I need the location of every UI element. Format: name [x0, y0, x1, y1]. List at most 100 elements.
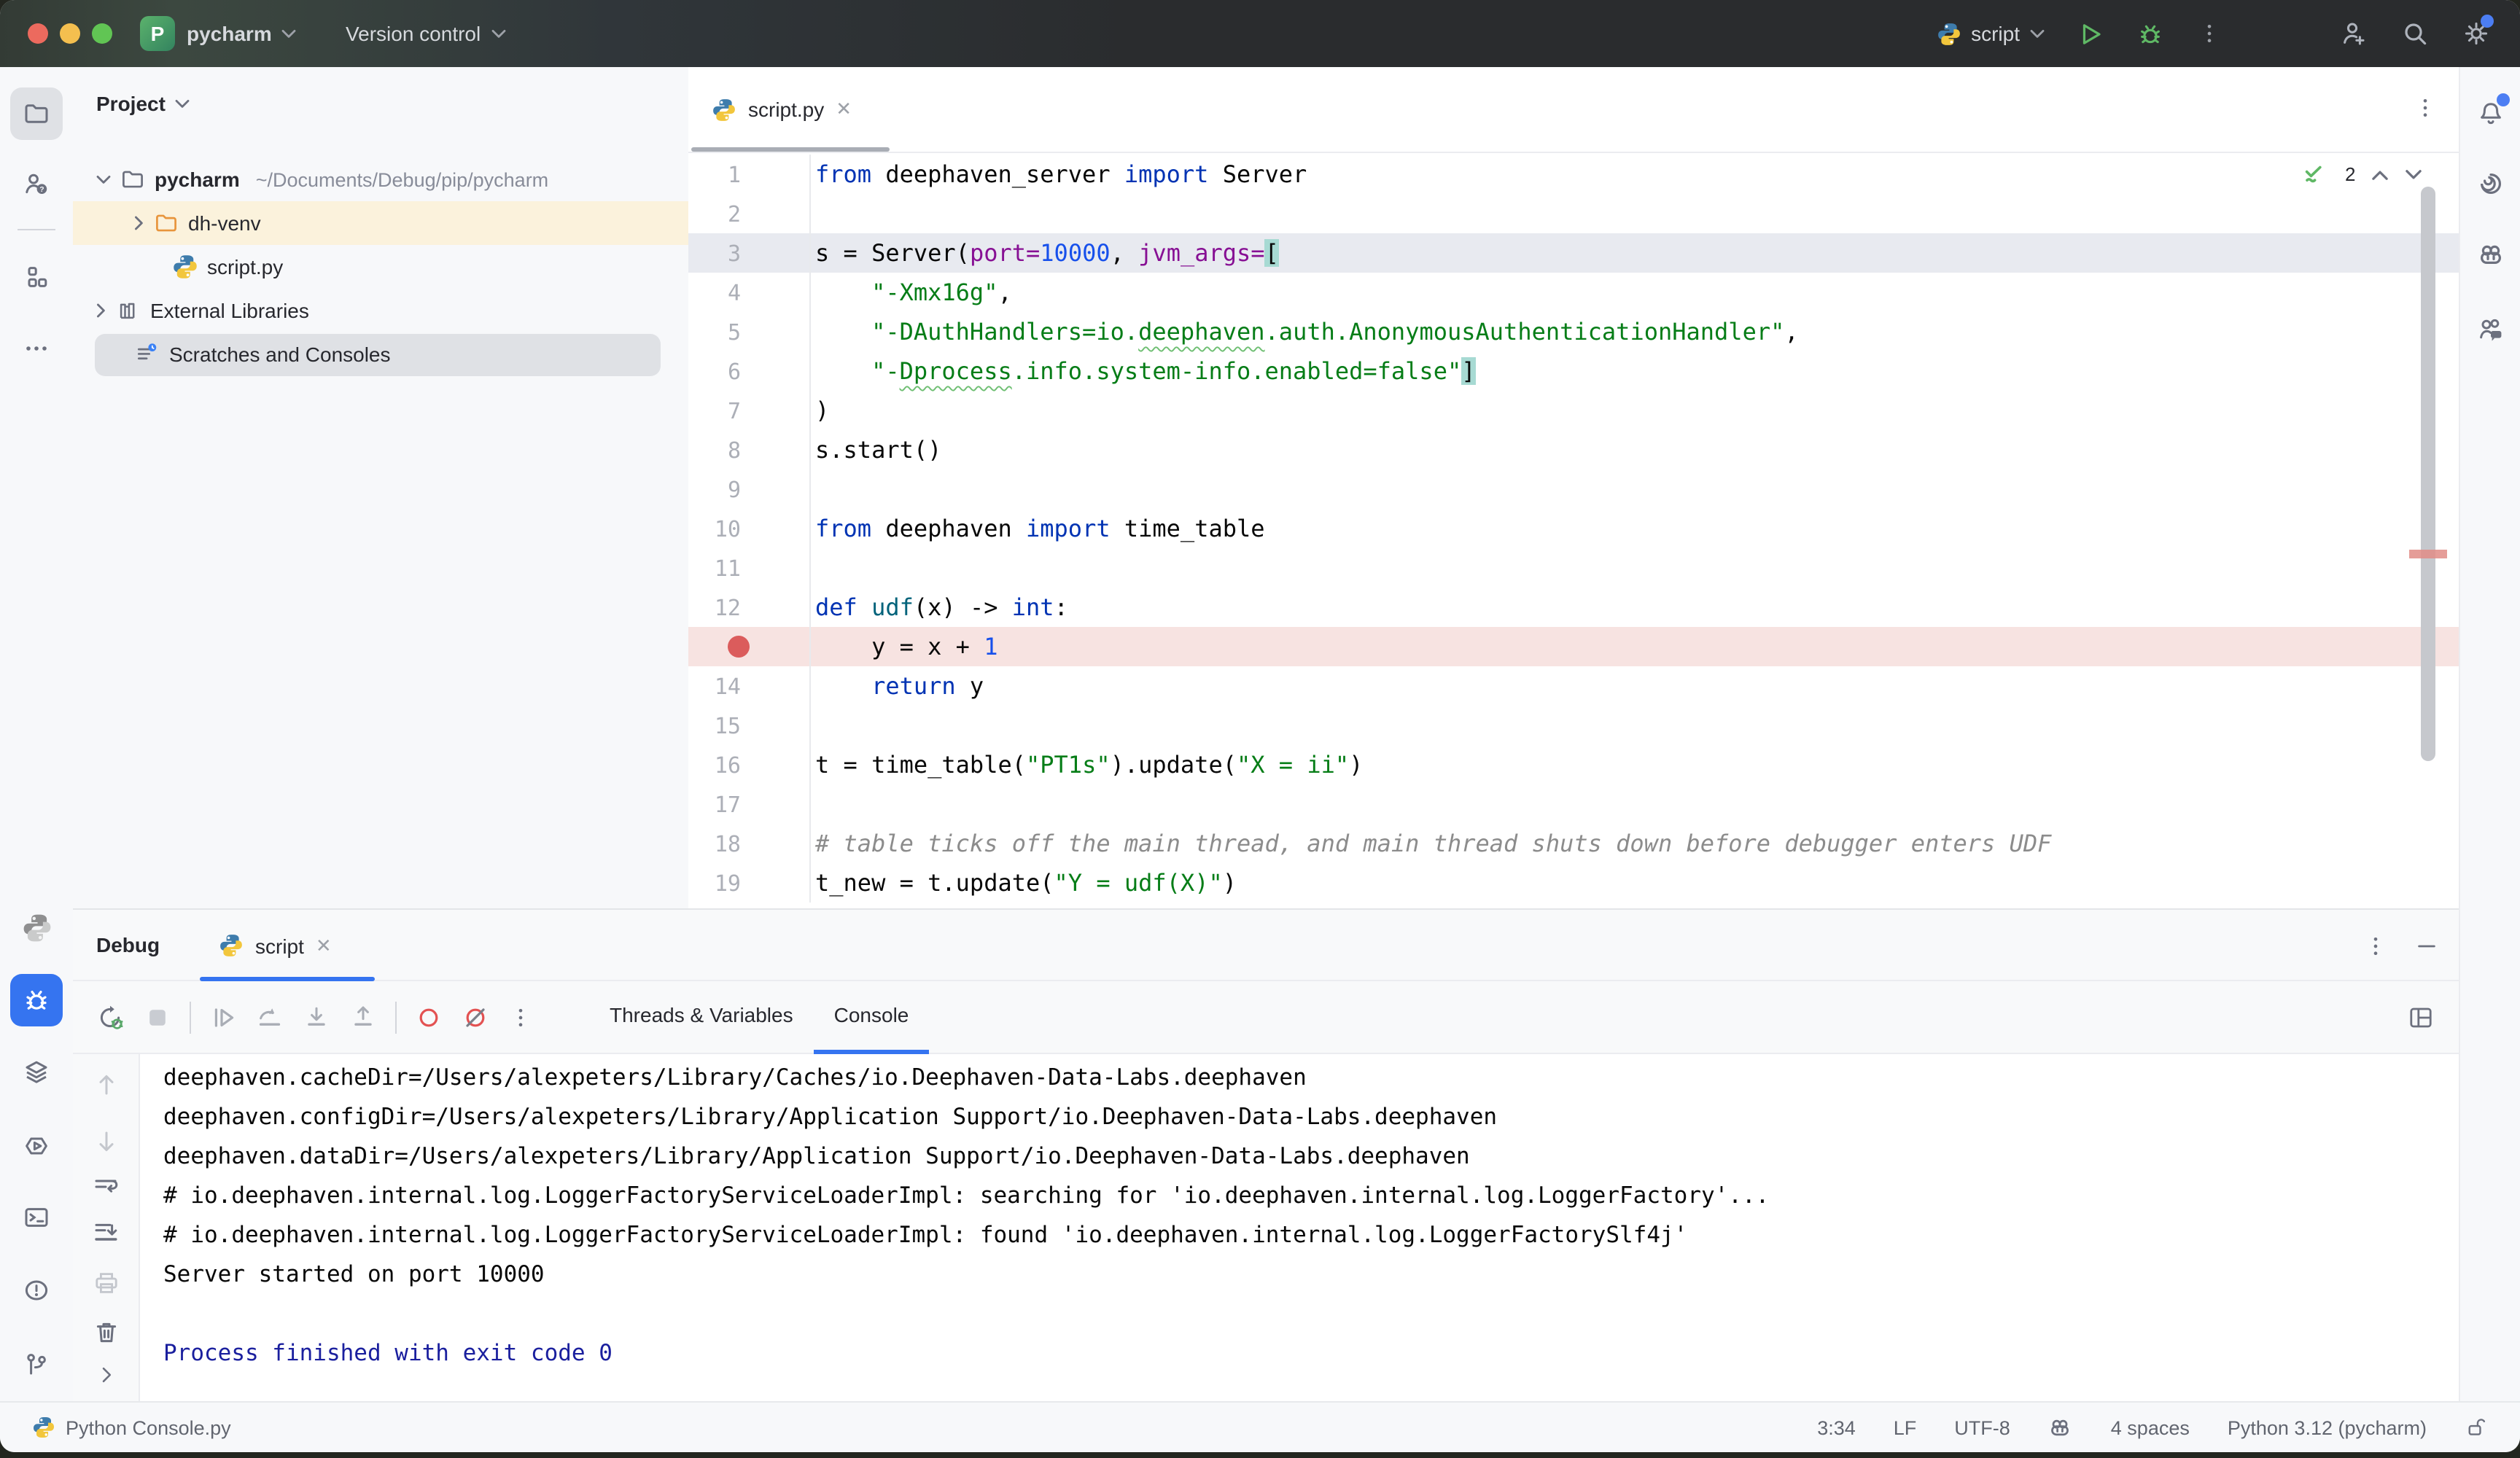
mute-breakpoints-button[interactable] — [461, 1002, 490, 1032]
code-line[interactable]: 19t_new = t.update("Y = udf(X)") — [688, 863, 2459, 903]
line-number[interactable]: 9 — [688, 469, 811, 509]
structure-tool-button[interactable] — [10, 251, 63, 303]
status-file-widget[interactable]: Python Console.py — [32, 1416, 231, 1439]
code-line[interactable]: 1from deephaven_server import Server — [688, 155, 2459, 194]
indent-widget[interactable]: 4 spaces — [2111, 1416, 2190, 1438]
line-number[interactable]: 3 — [688, 233, 811, 273]
notifications-tool-button[interactable] — [2465, 87, 2517, 140]
debug-tool-button[interactable] — [10, 974, 63, 1026]
close-tab-icon[interactable]: ✕ — [836, 98, 852, 121]
zoom-window-button[interactable] — [92, 23, 112, 44]
project-tool-button[interactable] — [10, 87, 63, 140]
project-panel-header[interactable]: Project — [96, 92, 190, 115]
problems-tool-button[interactable] — [10, 1264, 63, 1317]
code-line[interactable]: 17 — [688, 784, 2459, 824]
editor-scrollbar[interactable] — [2421, 187, 2435, 761]
services-layers-tool-button[interactable] — [10, 1045, 63, 1098]
up-stack-trace-button[interactable] — [92, 1070, 121, 1099]
tab-console[interactable]: Console — [814, 981, 930, 1053]
line-number[interactable]: 2 — [688, 194, 811, 233]
view-breakpoints-button[interactable] — [414, 1002, 443, 1032]
version-control-tool-button[interactable] — [10, 1338, 63, 1391]
inspections-widget[interactable]: 2 — [2301, 160, 2422, 188]
line-number[interactable]: 6 — [688, 351, 811, 391]
expand-toolbar-button[interactable] — [95, 1363, 118, 1387]
tree-item-dh-venv[interactable]: dh-venv — [134, 201, 261, 245]
unlocked-icon[interactable] — [2465, 1416, 2488, 1439]
terminal-tool-button[interactable] — [10, 1191, 63, 1244]
user-help-tool-button[interactable]: ? — [10, 157, 63, 210]
console-output[interactable]: deephaven.cacheDir=/Users/alexpeters/Lib… — [140, 1054, 2459, 1403]
search-everywhere-button[interactable] — [2400, 19, 2430, 48]
run-button[interactable] — [2077, 20, 2104, 47]
tree-item-external-libraries[interactable]: External Libraries — [96, 289, 309, 332]
tab-threads-variables[interactable]: Threads & Variables — [589, 981, 814, 1053]
debug-button[interactable] — [2136, 20, 2164, 47]
stop-button[interactable] — [143, 1002, 172, 1032]
project-widget[interactable]: pycharm — [187, 0, 297, 67]
services-tool-button[interactable] — [10, 1120, 63, 1172]
more-tools-button[interactable] — [10, 322, 63, 375]
code-line[interactable]: 4 "-Xmx16g", — [688, 273, 2459, 312]
coding-agent-tool-button[interactable] — [2465, 229, 2517, 281]
line-number[interactable]: 15 — [688, 706, 811, 745]
editor-tab-script-py[interactable]: script.py ✕ — [688, 67, 875, 152]
breakpoint-icon[interactable] — [728, 636, 750, 658]
interpreter-widget[interactable]: Python 3.12 (pycharm) — [2228, 1416, 2427, 1438]
close-tab-icon[interactable]: ✕ — [316, 934, 332, 957]
debug-session-tab[interactable]: script ✕ — [200, 910, 351, 981]
code-line[interactable]: 8s.start() — [688, 430, 2459, 469]
settings-button[interactable] — [2462, 19, 2491, 48]
layout-settings-button[interactable] — [2406, 1002, 2435, 1032]
prev-problem-icon[interactable] — [2371, 168, 2389, 180]
debug-options-button[interactable] — [2362, 932, 2389, 959]
line-number[interactable]: 4 — [688, 273, 811, 312]
line-number[interactable]: 5 — [688, 312, 811, 351]
scroll-to-end-button[interactable] — [92, 1217, 121, 1247]
line-number[interactable]: 16 — [688, 745, 811, 784]
line-separator-widget[interactable]: LF — [1894, 1416, 1917, 1438]
tree-item-scratches[interactable]: Scratches and Consoles — [134, 332, 391, 376]
add-user-button[interactable] — [2339, 19, 2368, 48]
line-number[interactable]: 7 — [688, 391, 811, 430]
code-line[interactable]: 18# table ticks off the main thread, and… — [688, 824, 2459, 863]
code-line[interactable]: 2 — [688, 194, 2459, 233]
line-number[interactable]: 18 — [688, 824, 811, 863]
encoding-widget[interactable]: UTF-8 — [1954, 1416, 2010, 1438]
line-number[interactable]: 19 — [688, 863, 811, 903]
pycharm-logo[interactable]: P — [140, 16, 175, 51]
line-number[interactable]: 1 — [688, 155, 811, 194]
caret-position-widget[interactable]: 3:34 — [1817, 1416, 1856, 1438]
code-line[interactable]: 7) — [688, 391, 2459, 430]
next-problem-icon[interactable] — [2405, 168, 2422, 180]
down-stack-trace-button[interactable] — [92, 1127, 121, 1156]
line-number[interactable]: 8 — [688, 430, 811, 469]
tree-item-project-root[interactable]: pycharm ~/Documents/Debug/pip/pycharm — [96, 157, 548, 201]
line-number[interactable]: 17 — [688, 784, 811, 824]
agent-status-icon[interactable] — [2048, 1415, 2073, 1440]
tree-item-script-py[interactable]: script.py — [172, 245, 283, 289]
line-number[interactable]: 10 — [688, 509, 811, 548]
step-over-button[interactable] — [255, 1002, 284, 1032]
error-stripe-mark[interactable] — [2409, 550, 2447, 558]
code-line[interactable]: 3s = Server(port=10000, jvm_args=[ — [688, 233, 2459, 273]
line-number[interactable]: 11 — [688, 548, 811, 588]
rerun-button[interactable] — [96, 1002, 125, 1032]
vcs-widget[interactable]: Version control — [346, 0, 505, 67]
more-actions-button[interactable] — [2196, 20, 2222, 47]
ai-assistant-tool-button[interactable] — [2465, 157, 2517, 210]
line-number[interactable]: 14 — [688, 666, 811, 706]
code-with-me-tool-button[interactable] — [2465, 303, 2517, 356]
minimize-window-button[interactable] — [60, 23, 80, 44]
debug-more-button[interactable] — [508, 1004, 534, 1030]
clear-console-button[interactable] — [92, 1318, 121, 1347]
step-out-button[interactable] — [349, 1002, 378, 1032]
step-into-button[interactable] — [302, 1002, 331, 1032]
breakpoint-gutter[interactable] — [688, 627, 811, 666]
code-line[interactable]: 9 — [688, 469, 2459, 509]
close-window-button[interactable] — [28, 23, 48, 44]
code-line[interactable]: 6 "-Dprocess.info.system-info.enabled=fa… — [688, 351, 2459, 391]
code-line[interactable]: 16t = time_table("PT1s").update("X = ii"… — [688, 745, 2459, 784]
editor-options-button[interactable] — [2412, 95, 2438, 121]
code-line[interactable]: 14 return y — [688, 666, 2459, 706]
